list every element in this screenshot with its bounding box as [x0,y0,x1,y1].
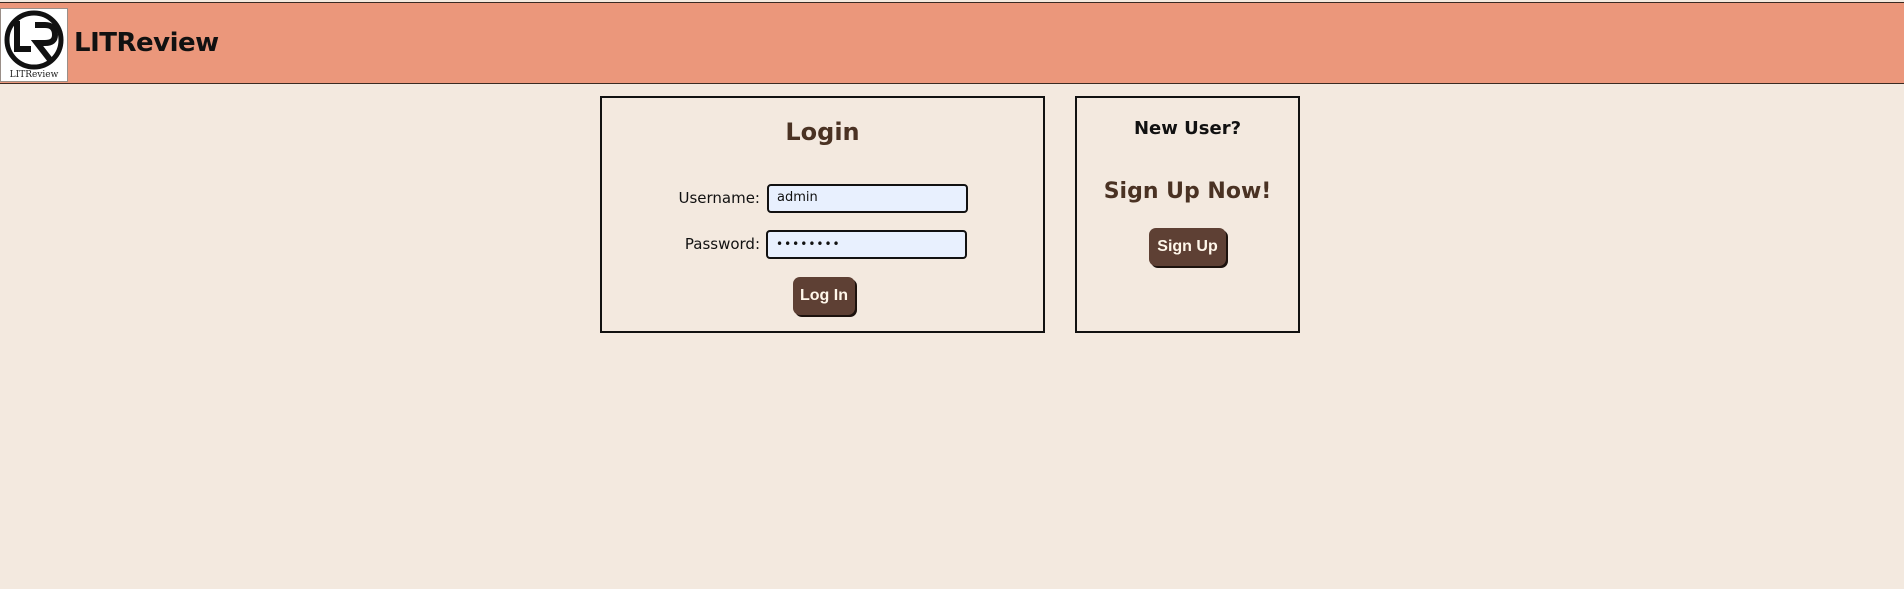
signup-card: New User? Sign Up Now! Sign Up [1075,96,1300,333]
signup-heading: Sign Up Now! [1103,179,1272,204]
site-header: LITReview LITReview [0,2,1904,84]
site-title[interactable]: LITReview [74,28,219,58]
login-button[interactable]: Log In [793,277,855,315]
username-input[interactable]: admin [767,184,968,213]
password-input[interactable]: •••••••• [766,230,967,259]
lr-logo-icon [4,10,64,70]
new-user-prompt: New User? [1133,118,1242,139]
login-card: Login Username: admin Password: ••••••••… [600,96,1045,333]
logo-caption: LITReview [9,70,59,80]
username-label: Username: [678,189,760,207]
site-logo[interactable]: LITReview [0,8,68,82]
password-label: Password: [684,235,760,253]
login-title: Login [785,118,860,146]
signup-button[interactable]: Sign Up [1149,228,1226,266]
